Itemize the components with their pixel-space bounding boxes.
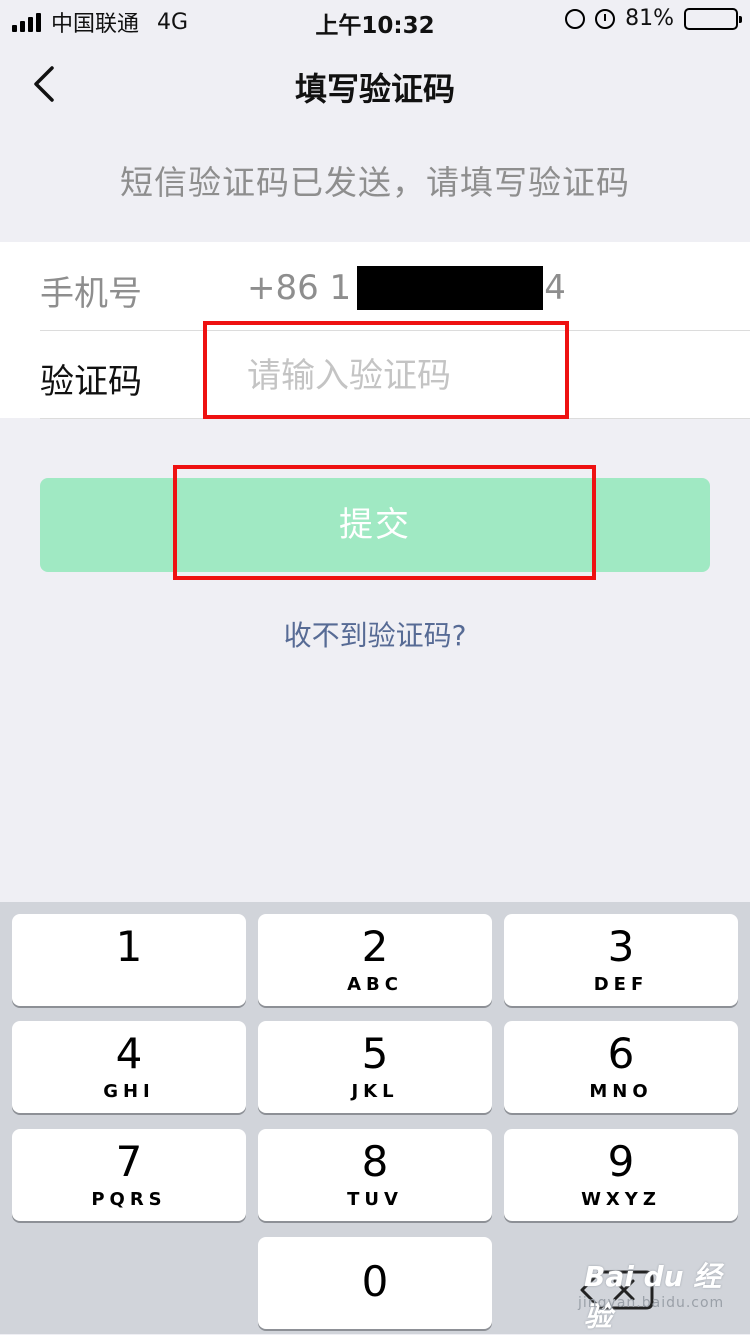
key-2[interactable]: 2 ABC: [258, 914, 492, 1006]
key-9[interactable]: 9 WXYZ: [504, 1129, 738, 1221]
phone-row: 手机号 +86 1 4: [40, 242, 750, 331]
key-digit: 7: [115, 1137, 143, 1186]
highlight-box-code-input: [203, 321, 569, 419]
backspace-key[interactable]: [560, 1250, 670, 1330]
phone-label: 手机号: [40, 274, 142, 314]
battery-percent: 81%: [625, 6, 674, 31]
page-title: 填写验证码: [294, 70, 455, 108]
key-letters: PQRS: [91, 1189, 167, 1210]
phone-redaction: [357, 266, 544, 310]
alarm-icon: [595, 8, 616, 29]
key-0[interactable]: 0: [258, 1237, 492, 1329]
key-letters: WXYZ: [581, 1189, 661, 1210]
key-8[interactable]: 8 TUV: [258, 1129, 492, 1221]
key-7[interactable]: 7 PQRS: [12, 1129, 246, 1221]
key-digit: 8: [361, 1137, 389, 1186]
phone-prefix: +86 1: [247, 268, 352, 308]
key-letters: GHI: [103, 1081, 155, 1102]
key-digit: 3: [607, 922, 635, 971]
key-digit: 0: [361, 1257, 389, 1306]
key-digit: 2: [361, 922, 389, 971]
key-digit: 4: [115, 1029, 143, 1078]
highlight-box-submit: [173, 465, 596, 580]
nav-bar: 填写验证码: [0, 42, 750, 126]
key-letters: ABC: [347, 974, 403, 995]
key-letters: DEF: [593, 974, 649, 995]
sms-sent-hint: 短信验证码已发送，请填写验证码: [120, 163, 630, 202]
phone-number: +86 1 4: [247, 266, 566, 310]
cannot-receive-code-link[interactable]: 收不到验证码?: [0, 614, 750, 654]
key-letters: MNO: [589, 1081, 653, 1102]
key-digit: 5: [361, 1029, 389, 1078]
key-6[interactable]: 6 MNO: [504, 1021, 738, 1113]
code-label: 验证码: [40, 362, 142, 402]
key-1[interactable]: 1: [12, 914, 246, 1006]
battery-icon: [684, 7, 742, 30]
key-4[interactable]: 4 GHI: [12, 1021, 246, 1113]
backspace-icon: [580, 1270, 654, 1310]
key-digit: 1: [115, 922, 143, 971]
key-digit: 6: [607, 1029, 635, 1078]
phone-suffix: 4: [544, 268, 566, 308]
key-3[interactable]: 3 DEF: [504, 914, 738, 1006]
status-right: 81%: [565, 6, 742, 31]
key-letters: TUV: [347, 1189, 403, 1210]
key-digit: 9: [607, 1137, 635, 1186]
key-5[interactable]: 5 JKL: [258, 1021, 492, 1113]
rotation-lock-icon: [565, 8, 586, 29]
status-bar: 中国联通 4G 上午10:32 81%: [0, 0, 750, 42]
key-letters: JKL: [351, 1081, 399, 1102]
